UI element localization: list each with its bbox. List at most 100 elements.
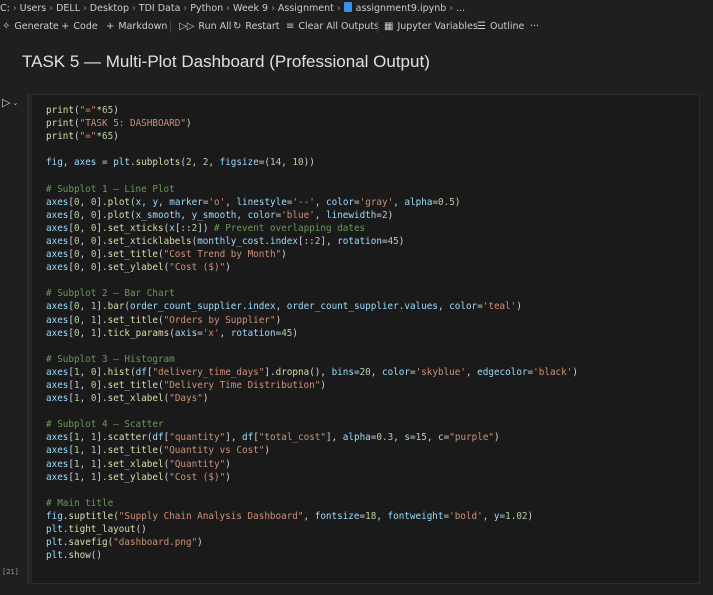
code-token: , <box>393 196 405 208</box>
add-code-button[interactable]: + Code <box>61 17 98 37</box>
restart-icon: ↻ <box>233 21 242 32</box>
jupyter-variables-button[interactable]: ▦ Jupyter Variables <box>384 17 478 37</box>
code-token: # Main title <box>46 497 114 509</box>
cell-run-control[interactable]: ▷ ⌄ <box>2 96 18 109</box>
code-token: , <box>79 432 91 444</box>
code-token: ) <box>202 393 209 405</box>
code-token: set_title <box>107 249 158 261</box>
code-token: set_xlabel <box>107 393 164 405</box>
generate-label: Generate <box>14 21 59 32</box>
code-line: # Subplot 2 – Bar Chart <box>46 287 578 300</box>
code-token: "=" <box>79 131 97 143</box>
code-token: fontweight <box>387 510 444 522</box>
more-actions-button[interactable]: ··· <box>530 17 539 37</box>
code-line: # Subplot 1 – Line Plot <box>46 183 578 196</box>
code-token: fig <box>46 157 63 169</box>
code-token: 45 <box>387 235 399 247</box>
code-token: , <box>79 458 91 470</box>
run-all-label: Run All <box>198 21 232 32</box>
breadcrumb-item[interactable]: assignment9.ipynb <box>356 0 447 17</box>
code-token: print <box>46 131 74 143</box>
code-editor-content[interactable]: print("="*65) print("TASK 5: DASHBOARD") p… <box>46 104 578 562</box>
variables-label: Jupyter Variables <box>397 21 478 32</box>
breadcrumb-separator-icon: › <box>12 3 17 14</box>
breadcrumb-item[interactable]: ... <box>456 0 465 17</box>
code-token: axes <box>46 432 69 444</box>
code-token: , <box>275 301 287 313</box>
code-token: "purple" <box>449 432 495 444</box>
code-token: ]. <box>96 196 108 208</box>
code-token: , <box>79 471 91 483</box>
breadcrumb-separator-icon: › <box>336 3 341 14</box>
code-token: order_count_supplier <box>130 301 242 313</box>
code-token: 0.5 <box>438 196 455 208</box>
code-token: =( <box>258 157 270 169</box>
code-token: ) <box>264 445 270 457</box>
code-token: hist <box>107 366 131 378</box>
code-line: # Subplot 3 – Histogram <box>46 353 578 366</box>
breadcrumb-item[interactable]: TDI Data <box>139 0 181 17</box>
code-token: , <box>465 366 478 378</box>
generate-button[interactable]: ✧ Generate <box>2 17 59 37</box>
code-token: , <box>426 432 439 444</box>
clear-all-outputs-button[interactable]: ≡ Clear All Outputs <box>286 17 379 37</box>
code-token: "total_cost" <box>258 432 326 444</box>
notebook-file-icon <box>343 2 352 12</box>
code-token: 18 <box>365 510 377 522</box>
code-token: axes <box>46 379 69 391</box>
code-token: , <box>393 432 405 444</box>
code-token: ]. <box>96 249 108 261</box>
code-line: print("="*65) <box>46 104 578 117</box>
code-token: ) <box>387 209 394 221</box>
code-token: ], <box>326 432 343 444</box>
code-token: , <box>208 157 220 169</box>
markdown-heading: TASK 5 — Multi-Plot Dashboard (Professio… <box>22 52 430 71</box>
breadcrumb-item[interactable]: Desktop <box>90 0 129 17</box>
code-token: set_ylabel <box>107 471 164 483</box>
code-line: # Subplot 4 – Scatter <box>46 418 578 431</box>
code-token: fig <box>46 510 63 522</box>
chevron-down-icon[interactable]: ⌄ <box>12 99 18 107</box>
code-token: x_smooth <box>135 209 181 221</box>
breadcrumb-item[interactable]: Week 9 <box>233 0 268 17</box>
code-token: , <box>482 510 494 522</box>
breadcrumb-item[interactable]: DELL <box>56 0 80 17</box>
breadcrumb-item[interactable]: Assignment <box>278 0 334 17</box>
run-cell-icon[interactable]: ▷ <box>2 96 10 109</box>
code-token: 'skyblue' <box>415 366 466 378</box>
code-token: axes <box>46 393 69 405</box>
code-token: , <box>370 366 382 378</box>
sparkle-icon: ✧ <box>2 21 11 32</box>
code-token: ) <box>197 537 203 549</box>
code-label: Code <box>73 21 98 32</box>
code-token: "TASK 5: DASHBOARD" <box>79 118 186 130</box>
code-token: "quantity" <box>169 432 226 444</box>
breadcrumb-item[interactable]: Python <box>190 0 223 17</box>
code-token: color <box>381 366 410 378</box>
code-token: values <box>404 301 438 313</box>
code-line: axes[1, 1].set_xlabel("Quantity") <box>46 458 578 471</box>
code-token: show <box>68 550 91 562</box>
plus-icon: + <box>106 21 115 32</box>
code-token: , <box>79 262 91 274</box>
code-line: axes[0, 0].plot(x_smooth, y_smooth, colo… <box>46 209 578 222</box>
breadcrumb-item[interactable]: C: <box>0 0 10 17</box>
breadcrumb-item[interactable]: Users <box>20 0 47 17</box>
breadcrumb-separator-icon: › <box>131 3 136 14</box>
restart-button[interactable]: ↻ Restart <box>233 17 280 37</box>
code-token: ]. <box>96 235 108 247</box>
run-all-button[interactable]: ▷▷ Run All <box>179 17 231 37</box>
code-token: subplots <box>135 157 181 169</box>
add-markdown-button[interactable]: + Markdown <box>106 17 167 37</box>
outline-button[interactable]: ☰ Outline <box>477 17 524 37</box>
code-token: ) <box>225 458 231 470</box>
code-token: "=" <box>79 105 97 116</box>
code-token: bins <box>331 366 354 378</box>
code-token: axes <box>46 196 69 208</box>
code-line: fig, axes = plt.subplots(2, 2, figsize=(… <box>46 156 578 169</box>
code-token: , <box>79 301 91 313</box>
